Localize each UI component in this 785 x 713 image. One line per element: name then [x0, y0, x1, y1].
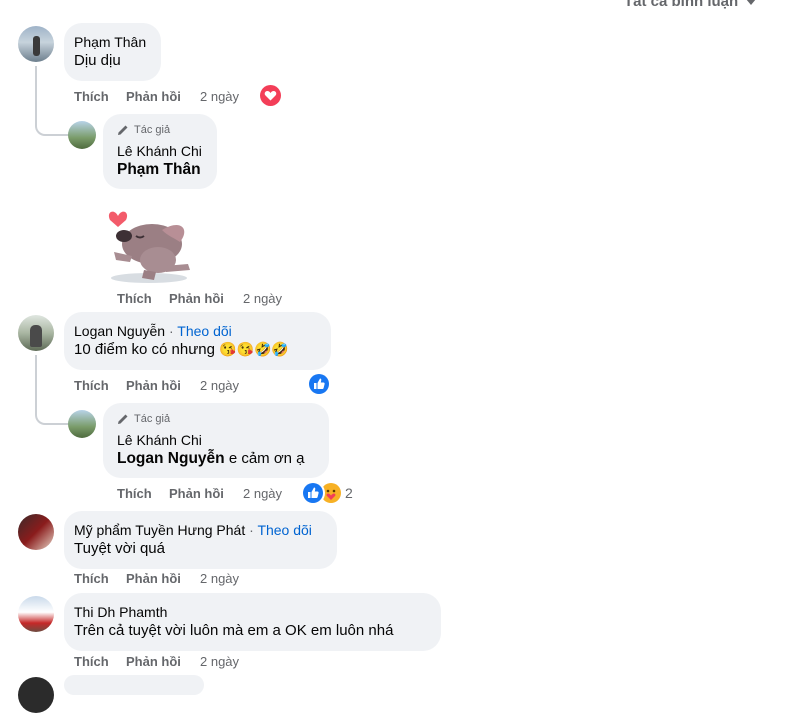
avatar[interactable]	[68, 410, 96, 438]
reaction-count[interactable]: 2	[345, 485, 353, 501]
pencil-icon	[117, 412, 129, 430]
reply-author[interactable]: Lê Khánh Chi	[117, 143, 202, 159]
comment-bubble	[64, 675, 204, 695]
reply-button[interactable]: Phản hồi	[126, 378, 181, 393]
comment-time[interactable]: 2 ngày	[200, 89, 239, 104]
sticker-bear-heart[interactable]	[104, 200, 196, 286]
like-button[interactable]: Thích	[117, 291, 152, 306]
reply-button[interactable]: Phản hồi	[126, 89, 181, 104]
like-icon[interactable]	[309, 374, 329, 394]
reply-text: Logan Nguyễn e cảm ơn ạ	[117, 450, 305, 468]
mention-link[interactable]: Phạm Thân	[117, 161, 201, 178]
separator-dot: ·	[249, 522, 254, 538]
reply-author[interactable]: Lê Khánh Chi	[117, 432, 202, 448]
avatar[interactable]	[18, 596, 54, 632]
like-button[interactable]: Thích	[74, 89, 109, 104]
thread-line	[35, 355, 69, 425]
reply-text: Phạm Thân	[117, 161, 201, 179]
reply-text-body: e cảm ơn ạ	[228, 450, 305, 467]
emoji-sequence: 😘😘🤣🤣	[219, 341, 289, 357]
reply-button[interactable]: Phản hồi	[126, 654, 181, 669]
comment-author[interactable]: Mỹ phẩm Tuyền Hưng Phát	[74, 522, 245, 538]
follow-link[interactable]: Theo dõi	[257, 522, 311, 538]
comment-header: Mỹ phẩm Tuyền Hưng Phát · Theo dõi	[74, 522, 312, 538]
comment-time[interactable]: 2 ngày	[200, 571, 239, 586]
love-icon[interactable]	[260, 85, 281, 106]
like-button[interactable]: Thích	[74, 571, 109, 586]
comment-text: Tuyệt vời quá	[74, 540, 165, 557]
like-button[interactable]: Thích	[117, 486, 152, 501]
thread-line	[35, 66, 69, 136]
chevron-down-icon	[746, 0, 757, 6]
reply-button[interactable]: Phản hồi	[169, 291, 224, 306]
comment-text-body: 10 điểm ko có nhưng	[74, 341, 215, 358]
avatar[interactable]	[18, 514, 54, 550]
separator-dot: ·	[168, 323, 174, 339]
reply-time[interactable]: 2 ngày	[243, 486, 282, 501]
avatar[interactable]	[18, 315, 54, 351]
author-badge: Tác giả	[134, 413, 171, 425]
pencil-icon	[117, 123, 129, 141]
like-button[interactable]: Thích	[74, 378, 109, 393]
like-icon[interactable]	[303, 483, 323, 503]
avatar[interactable]	[18, 26, 54, 62]
mention-link[interactable]: Logan Nguyễn	[117, 450, 225, 467]
comment-header: Logan Nguyễn · Theo dõi	[74, 323, 232, 339]
reply-button[interactable]: Phản hồi	[126, 571, 181, 586]
follow-link[interactable]: Theo dõi	[177, 323, 231, 339]
reply-time[interactable]: 2 ngày	[243, 291, 282, 306]
comment-author[interactable]: Logan Nguyễn	[74, 323, 165, 339]
comment-author[interactable]: Phạm Thân	[74, 34, 146, 50]
care-icon[interactable]	[321, 483, 341, 503]
comment-author[interactable]: Thi Dh Phamth	[74, 604, 167, 620]
like-button[interactable]: Thích	[74, 654, 109, 669]
comment-text: Dịu dịu	[74, 52, 121, 69]
comment-time[interactable]: 2 ngày	[200, 654, 239, 669]
reply-button[interactable]: Phản hồi	[169, 486, 224, 501]
comment-time[interactable]: 2 ngày	[200, 378, 239, 393]
author-badge: Tác giả	[134, 124, 171, 136]
comment-filter[interactable]: Tất cả bình luận	[624, 0, 757, 10]
comment-filter-label: Tất cả bình luận	[624, 0, 739, 10]
comment-text: Trên cả tuyệt vời luôn mà em a OK em luô…	[74, 622, 394, 639]
avatar[interactable]	[18, 677, 54, 713]
comment-text: 10 điểm ko có nhưng 😘😘🤣🤣	[74, 341, 289, 358]
avatar[interactable]	[68, 121, 96, 149]
